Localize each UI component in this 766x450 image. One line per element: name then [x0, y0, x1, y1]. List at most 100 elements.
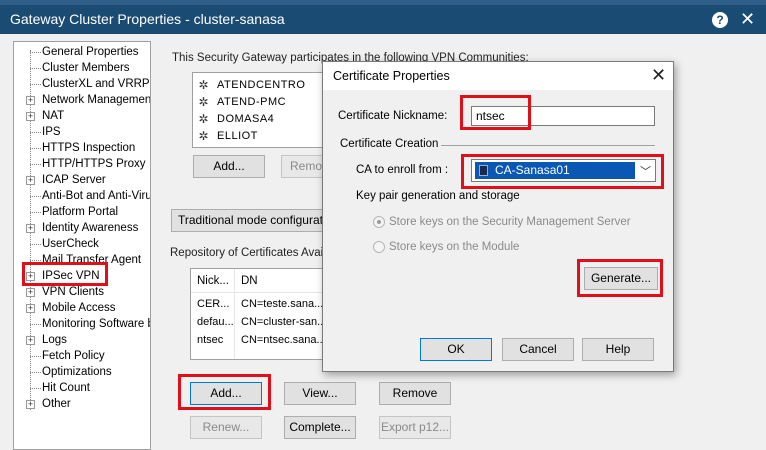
tree-connector [30, 244, 41, 245]
tree-item-general-properties[interactable]: General Properties [14, 44, 150, 60]
tree-item-usercheck[interactable]: UserCheck [14, 236, 150, 252]
cell-nickname: ntsec [197, 334, 224, 346]
tree-item-http-https-proxy[interactable]: HTTP/HTTPS Proxy [14, 156, 150, 172]
expand-icon[interactable]: + [26, 96, 35, 105]
properties-tree: General Properties Cluster Members Cluster… [13, 41, 151, 450]
tree-connector [30, 324, 41, 325]
tree-connector [30, 372, 41, 373]
tree-item-label: ClusterXL and VRRP [42, 78, 150, 90]
certificate-remove-button[interactable]: Remove [379, 382, 451, 405]
tree-item-mobile-access[interactable]: + Mobile Access [14, 300, 150, 316]
ca-label: CA to enroll from : [356, 164, 449, 176]
highlight-add-button [178, 374, 271, 410]
radio-store-module-label: Store keys on the Module [389, 241, 520, 253]
tree-item-identity-awareness[interactable]: + Identity Awareness [14, 220, 150, 236]
tree-item-icap-server[interactable]: + ICAP Server [14, 172, 150, 188]
repository-text: Repository of Certificates Available [170, 247, 348, 259]
tree-item-label: Hit Count [42, 382, 90, 394]
certificate-view-button[interactable]: View... [284, 382, 356, 405]
tree-item-label: ICAP Server [42, 174, 106, 186]
group-separator [441, 145, 655, 146]
traditional-mode-button[interactable]: Traditional mode configuration... [171, 209, 331, 232]
dialog-title-bar: Certificate Properties ✕ [323, 62, 673, 90]
table-row[interactable]: defau... CN=cluster-san... [191, 313, 337, 331]
cell-nickname: defau... [197, 316, 234, 328]
cell-nickname: CER... [197, 298, 230, 310]
tree-item-label: Network Management [42, 94, 151, 106]
tree-item-ips[interactable]: IPS [14, 124, 150, 140]
nickname-label: Certificate Nickname: [338, 110, 448, 122]
help-button[interactable]: Help [582, 338, 654, 361]
window-title-bar: Gateway Cluster Properties - cluster-san… [0, 0, 766, 34]
tree-item-label: Anti-Bot and Anti-Virus [42, 190, 151, 202]
tree-item-label: Optimizations [42, 366, 112, 378]
tree-item-clusterxl-and-vrrp[interactable]: ClusterXL and VRRP [14, 76, 150, 92]
tree-item-label: Cluster Members [42, 62, 130, 74]
tree-item-cluster-members[interactable]: Cluster Members [14, 60, 150, 76]
vpn-communities-list[interactable]: ✲ ATENDCENTRO ✲ ATEND-PMC ✲ DOMASA4 ✲ ELLIOT [192, 72, 338, 148]
tree-item-monitoring-software-bla[interactable]: Monitoring Software bla [14, 316, 151, 332]
keypair-label: Key pair generation and storage [356, 190, 520, 202]
highlight-ca-dropdown [461, 154, 664, 189]
tree-item-vpn-clients[interactable]: + VPN Clients [14, 284, 150, 300]
tree-item-label: Platform Portal [42, 206, 119, 218]
community-item[interactable]: ✲ ELLIOT [197, 128, 337, 145]
radio-store-mgmt-label: Store keys on the Security Management Se… [389, 216, 631, 228]
community-item[interactable]: ✲ ATEND-PMC [197, 94, 337, 111]
community-icon: ✲ [198, 78, 209, 92]
expand-icon[interactable]: + [26, 176, 35, 185]
window-title: Gateway Cluster Properties - cluster-san… [10, 11, 285, 27]
tree-item-label: IPS [42, 126, 61, 138]
cancel-button[interactable]: Cancel [502, 338, 574, 361]
tree-connector [30, 148, 41, 149]
certificate-creation-label: Certificate Creation [340, 138, 439, 150]
table-row[interactable]: CER... CN=teste.sana... [191, 295, 337, 313]
community-item[interactable]: ✲ ATENDCENTRO [197, 77, 337, 94]
certificate-renew-button[interactable]: Renew... [190, 416, 262, 439]
tree-item-anti-bot-and-anti-virus[interactable]: Anti-Bot and Anti-Virus [14, 188, 151, 204]
tree-item-label: VPN Clients [42, 286, 104, 298]
tree-item-label: Fetch Policy [42, 350, 105, 362]
help-icon[interactable]: ? [712, 12, 728, 28]
dialog-close-icon[interactable]: ✕ [651, 65, 666, 86]
tree-item-label: Monitoring Software bla [42, 318, 151, 330]
community-add-button[interactable]: Add... [193, 155, 265, 178]
community-item[interactable]: ✲ DOMASA4 [197, 111, 337, 128]
certificate-export-button[interactable]: Export p12... [379, 416, 451, 439]
tree-item-label: HTTP/HTTPS Proxy [42, 158, 146, 170]
expand-icon[interactable]: + [26, 224, 35, 233]
background-window-sliver [0, 0, 766, 5]
expand-icon[interactable]: + [26, 400, 35, 409]
tree-item-hit-count[interactable]: Hit Count [14, 380, 150, 396]
community-icon: ✲ [198, 112, 209, 126]
tree-item-fetch-policy[interactable]: Fetch Policy [14, 348, 150, 364]
tree-connector [30, 356, 41, 357]
ok-button[interactable]: OK [420, 338, 492, 361]
tree-item-logs[interactable]: + Logs [14, 332, 150, 348]
tree-connector [30, 52, 41, 53]
tree-item-platform-portal[interactable]: Platform Portal [14, 204, 150, 220]
radio-store-mgmt[interactable] [373, 216, 385, 228]
close-icon[interactable]: ✕ [740, 9, 755, 30]
tree-item-other[interactable]: + Other [14, 396, 150, 412]
expand-icon[interactable]: + [26, 336, 35, 345]
certificates-table[interactable]: Nick... DN CER... CN=teste.sana... defau… [190, 268, 338, 360]
tree-item-https-inspection[interactable]: HTTPS Inspection [14, 140, 150, 156]
tree-item-optimizations[interactable]: Optimizations [14, 364, 150, 380]
expand-icon[interactable]: + [26, 304, 35, 313]
tree-connector [30, 196, 41, 197]
tree-item-label: HTTPS Inspection [42, 142, 136, 154]
community-icon: ✲ [198, 95, 209, 109]
expand-icon[interactable]: + [26, 112, 35, 121]
expand-icon[interactable]: + [26, 288, 35, 297]
radio-store-module[interactable] [373, 241, 385, 253]
tree-item-nat[interactable]: + NAT [14, 108, 150, 124]
column-header-nickname[interactable]: Nick... [191, 269, 234, 293]
tree-connector [30, 164, 41, 165]
community-icon: ✲ [198, 129, 209, 143]
certificate-complete-button[interactable]: Complete... [284, 416, 356, 439]
tree-item-label: UserCheck [42, 238, 99, 250]
dialog-title: Certificate Properties [333, 69, 450, 83]
tree-item-network-management[interactable]: + Network Management [14, 92, 151, 108]
table-row[interactable]: ntsec CN=ntsec.sana... [191, 331, 337, 349]
